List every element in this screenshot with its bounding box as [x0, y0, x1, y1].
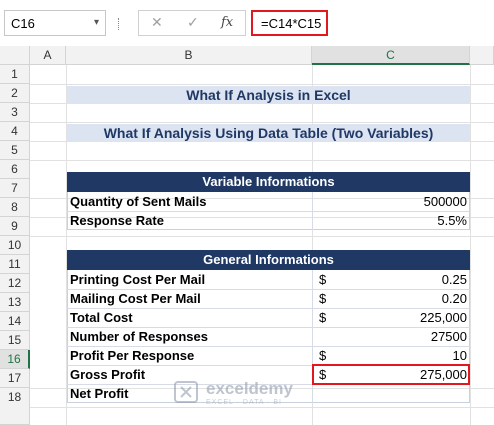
- exceldemy-logo-icon: [174, 381, 198, 403]
- exceldemy-watermark: exceldemy EXCEL · DATA · BI: [172, 377, 332, 411]
- variable-table-header[interactable]: Variable Informations: [67, 172, 470, 192]
- gridline: [30, 84, 494, 85]
- chevron-down-icon[interactable]: ▾: [94, 17, 99, 28]
- row-header-2[interactable]: 2: [0, 84, 30, 103]
- row-header-17[interactable]: 17: [0, 369, 30, 388]
- section-subtitle[interactable]: What If Analysis Using Data Table (Two V…: [67, 124, 470, 142]
- formula-bar: C16 ▾ ✕ ✓ fx =C14*C15: [0, 0, 494, 46]
- general-label[interactable]: Total Cost: [67, 308, 312, 327]
- general-label[interactable]: Profit Per Response: [67, 346, 312, 365]
- watermark-name: exceldemy: [206, 379, 293, 398]
- gridline: [30, 122, 494, 123]
- row-header-7[interactable]: 7: [0, 179, 30, 198]
- formula-buttons: ✕ ✓ fx: [138, 10, 246, 36]
- variable-value[interactable]: 500000: [312, 192, 470, 211]
- row-header-14[interactable]: 14: [0, 312, 30, 331]
- column-header-a[interactable]: A: [30, 46, 66, 65]
- gridline: [470, 65, 471, 425]
- general-label[interactable]: Mailing Cost Per Mail: [67, 289, 312, 308]
- row-header-1[interactable]: 1: [0, 65, 30, 84]
- watermark-tagline: EXCEL · DATA · BI: [206, 399, 282, 406]
- gridline: [30, 160, 494, 161]
- general-label[interactable]: Printing Cost Per Mail: [67, 270, 312, 289]
- column-header-d[interactable]: [470, 46, 494, 65]
- formula-input[interactable]: =C14*C15: [251, 10, 328, 36]
- row-header-11[interactable]: 11: [0, 255, 30, 274]
- name-box-value: C16: [11, 16, 35, 31]
- formula-text: =C14*C15: [261, 16, 322, 31]
- general-value[interactable]: 27500: [330, 327, 470, 346]
- row-header-10[interactable]: 10: [0, 236, 30, 255]
- general-value[interactable]: 10: [330, 346, 470, 365]
- general-label[interactable]: Number of Responses: [67, 327, 312, 346]
- row-header-8[interactable]: 8: [0, 198, 30, 217]
- active-cell-highlight[interactable]: [312, 364, 470, 385]
- general-value[interactable]: 225,000: [330, 308, 470, 327]
- row-header-9[interactable]: 9: [0, 217, 30, 236]
- name-box[interactable]: C16 ▾: [4, 10, 106, 36]
- row-header-6[interactable]: 6: [0, 160, 30, 179]
- row-header-15[interactable]: 15: [0, 331, 30, 350]
- general-table-header[interactable]: General Informations: [67, 250, 470, 270]
- row-header-12[interactable]: 12: [0, 274, 30, 293]
- general-value[interactable]: 0.25: [330, 270, 470, 289]
- variable-label[interactable]: Response Rate: [67, 211, 312, 230]
- page-title[interactable]: What If Analysis in Excel: [67, 86, 470, 104]
- row-header-16[interactable]: 16: [0, 350, 30, 369]
- variable-value[interactable]: 5.5%: [312, 211, 470, 230]
- insert-function-icon[interactable]: fx: [221, 15, 233, 30]
- cancel-icon[interactable]: ✕: [151, 14, 163, 31]
- worksheet: A B C 1 2 3 4 5 6 7 8 9 10 11 12 13 14 1…: [0, 46, 494, 425]
- general-value[interactable]: [330, 384, 470, 403]
- row-header-13[interactable]: 13: [0, 293, 30, 312]
- variable-label[interactable]: Quantity of Sent Mails: [67, 192, 312, 211]
- gridline: [30, 236, 494, 237]
- row-header-3[interactable]: 3: [0, 103, 30, 122]
- enter-icon[interactable]: ✓: [187, 14, 199, 31]
- row-header-18[interactable]: 18: [0, 388, 30, 425]
- row-header-4[interactable]: 4: [0, 122, 30, 141]
- select-all-corner[interactable]: [0, 46, 30, 65]
- general-value[interactable]: 0.20: [330, 289, 470, 308]
- row-header-5[interactable]: 5: [0, 141, 30, 160]
- formula-bar-separator: [118, 18, 121, 30]
- column-header-b[interactable]: B: [66, 46, 312, 65]
- column-header-c[interactable]: C: [312, 46, 470, 65]
